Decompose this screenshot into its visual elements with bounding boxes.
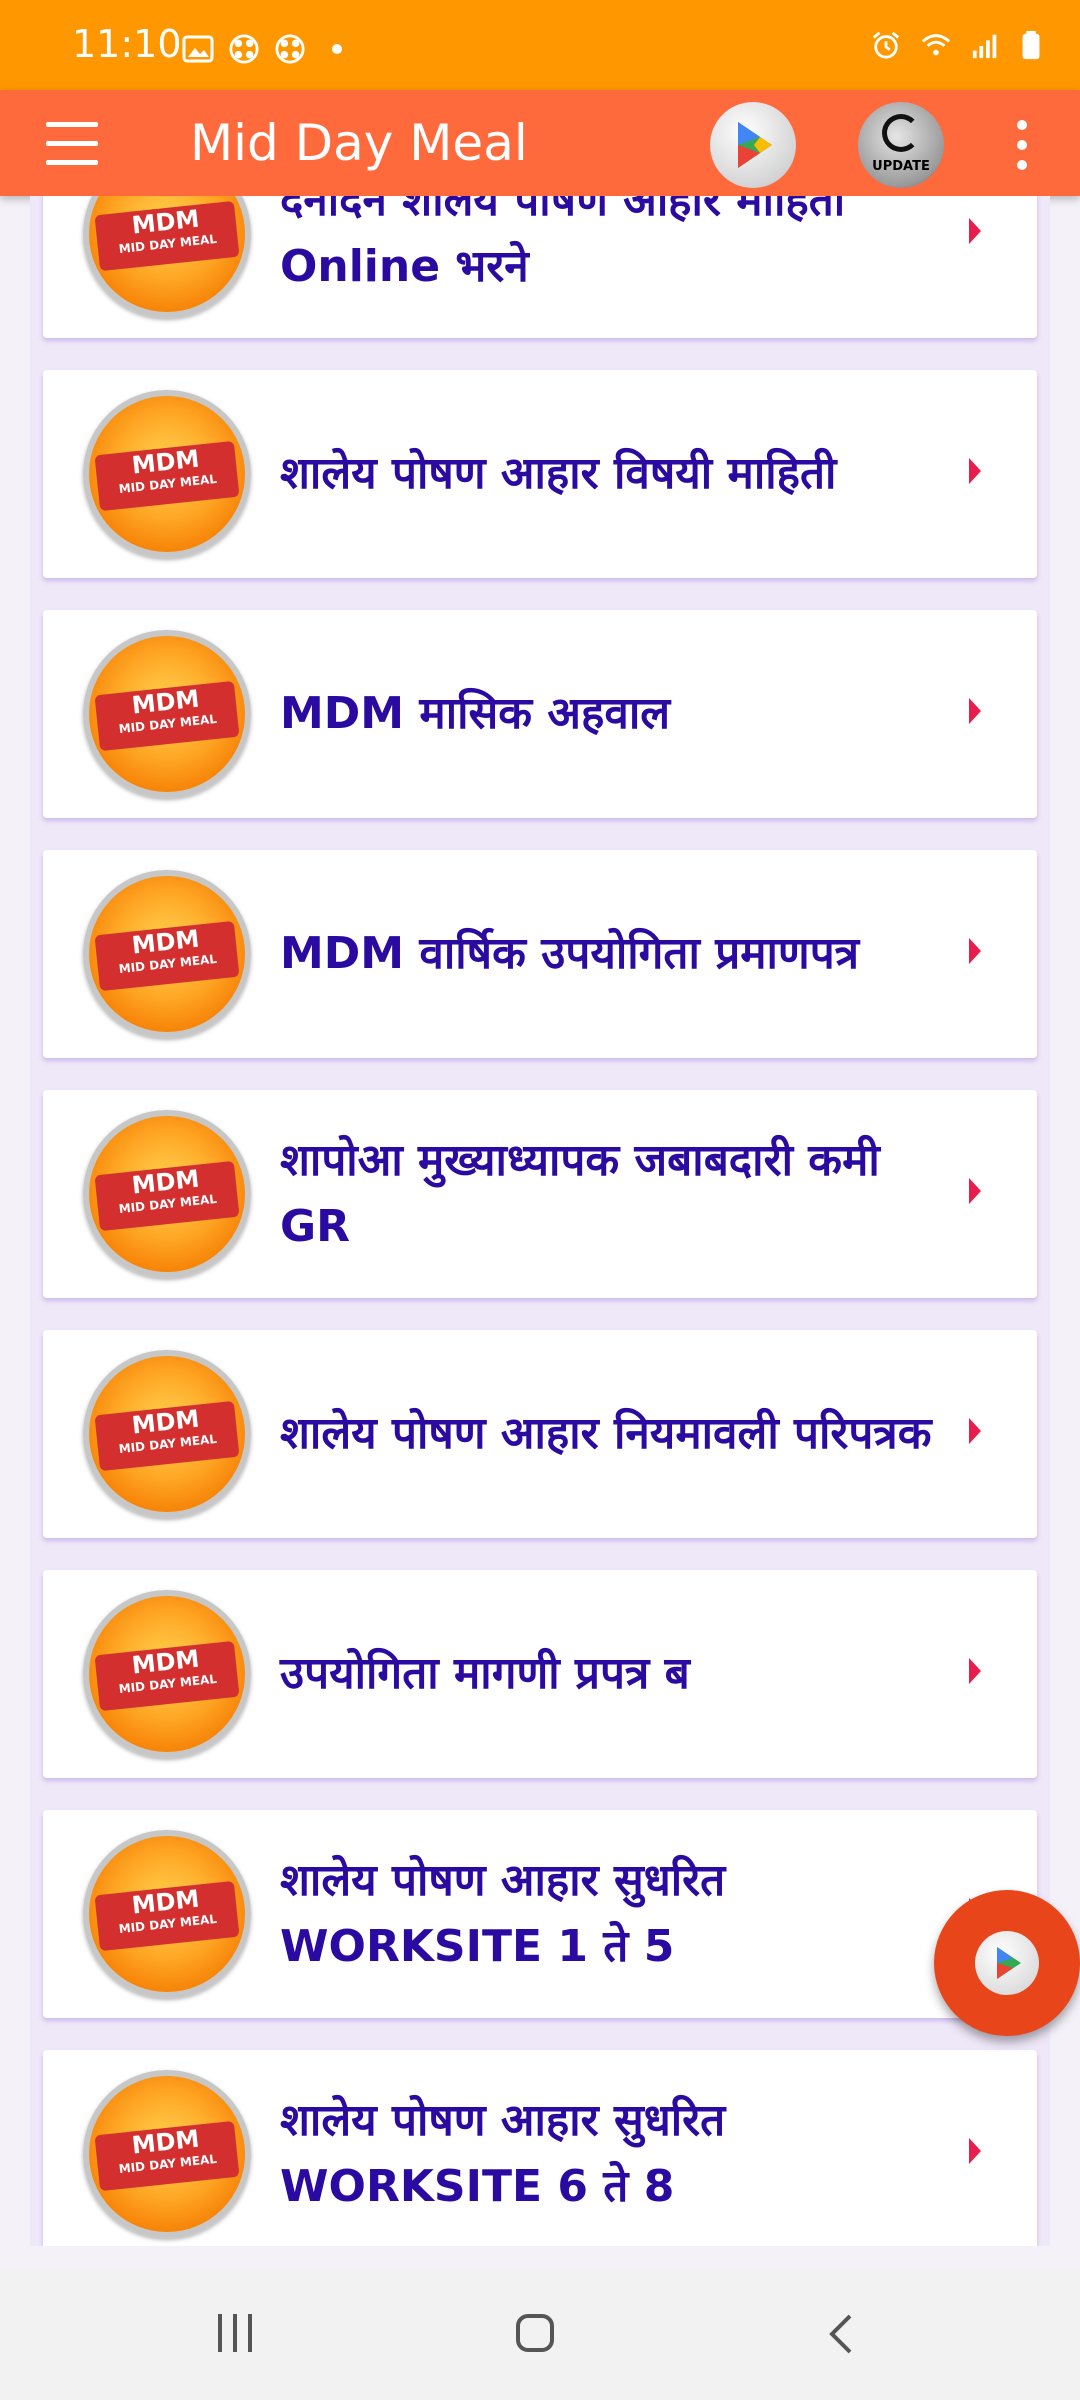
hamburger-menu-icon[interactable] bbox=[46, 122, 100, 166]
update-button[interactable]: UPDATE bbox=[858, 102, 944, 188]
chevron-right-icon bbox=[969, 1178, 981, 1204]
image-icon bbox=[182, 35, 214, 63]
list-item[interactable]: MDM MID DAY MEAL शालेय पोषण आहार नियमावली… bbox=[43, 1330, 1037, 1538]
list-item-label: शालेय पोषण आहार सुधरित WORKSITE 6 ते 8 bbox=[280, 2095, 726, 2212]
list-item-label: शापोआ मुख्याध्यापक जबाबदारी कमी GR bbox=[280, 1135, 880, 1252]
status-left-icons bbox=[182, 34, 342, 64]
list-item[interactable]: MDM MID DAY MEAL MDM वार्षिक उपयोगिता प्र… bbox=[43, 850, 1037, 1058]
chevron-right-icon bbox=[969, 1418, 981, 1444]
mdm-badge-icon: MDM MID DAY MEAL bbox=[83, 630, 251, 798]
system-nav-bar bbox=[0, 2270, 1080, 2400]
list-item[interactable]: MDM MID DAY MEAL दैनंदिन शालेय पोषण आहार … bbox=[43, 196, 1037, 338]
wifi-icon bbox=[921, 34, 951, 56]
google-play-fab[interactable] bbox=[934, 1890, 1080, 2036]
list-item-label: उपयोगिता मागणी प्रपत्र ब bbox=[280, 1648, 690, 1699]
chevron-right-icon bbox=[969, 218, 981, 244]
list-item[interactable]: MDM MID DAY MEAL उपयोगिता मागणी प्रपत्र ब bbox=[43, 1570, 1037, 1778]
list-item[interactable]: MDM MID DAY MEAL शालेय पोषण आहार सुधरित W… bbox=[43, 2050, 1037, 2246]
mdm-badge-icon: MDM MID DAY MEAL bbox=[83, 390, 251, 558]
more-vert-icon[interactable] bbox=[1014, 120, 1030, 170]
google-play-button[interactable] bbox=[710, 102, 796, 188]
list-item-label: MDM वार्षिक उपयोगिता प्रमाणपत्र bbox=[280, 928, 860, 979]
mdm-badge-icon: MDM MID DAY MEAL bbox=[83, 1110, 251, 1278]
list-item-label: दैनंदिन शालेय पोषण आहार माहिती Online भर… bbox=[280, 196, 846, 292]
pinwheel-icon bbox=[229, 34, 259, 64]
recents-icon[interactable] bbox=[216, 2314, 256, 2354]
home-icon[interactable] bbox=[516, 2314, 554, 2352]
mdm-badge-icon: MDM MID DAY MEAL bbox=[83, 870, 251, 1038]
list-item[interactable]: MDM MID DAY MEAL शालेय पोषण आहार विषयी मा… bbox=[43, 370, 1037, 578]
list-item-label: शालेय पोषण आहार सुधरित WORKSITE 1 ते 5 bbox=[280, 1855, 726, 1972]
menu-list[interactable]: MDM MID DAY MEAL दैनंदिन शालेय पोषण आहार … bbox=[30, 196, 1050, 2246]
chevron-right-icon bbox=[969, 2138, 981, 2164]
mdm-badge-icon: MDM MID DAY MEAL bbox=[83, 1830, 251, 1998]
list-item-label: शालेय पोषण आहार विषयी माहिती bbox=[280, 448, 837, 499]
mdm-badge-icon: MDM MID DAY MEAL bbox=[83, 1350, 251, 1518]
alarm-icon bbox=[872, 31, 900, 59]
list-item-label: शालेय पोषण आहार नियमावली परिपत्रक bbox=[280, 1408, 932, 1459]
app-title: Mid Day Meal bbox=[190, 114, 528, 172]
refresh-icon bbox=[882, 114, 920, 152]
app-bar: Mid Day Meal UPDATE bbox=[0, 90, 1080, 196]
chevron-right-icon bbox=[969, 698, 981, 724]
google-play-icon bbox=[738, 122, 772, 168]
status-time: 11:10 bbox=[72, 22, 182, 66]
mdm-badge-icon: MDM MID DAY MEAL bbox=[83, 2070, 251, 2238]
update-label: UPDATE bbox=[872, 159, 930, 174]
chevron-right-icon bbox=[969, 938, 981, 964]
list-item[interactable]: MDM MID DAY MEAL MDM मासिक अहवाल bbox=[43, 610, 1037, 818]
notification-dot bbox=[332, 44, 342, 54]
list-item[interactable]: MDM MID DAY MEAL शापोआ मुख्याध्यापक जबाबद… bbox=[43, 1090, 1037, 1298]
signal-icon bbox=[972, 34, 997, 59]
status-right-icons bbox=[870, 30, 1042, 60]
status-bar: 11:10 bbox=[0, 0, 1080, 90]
mdm-badge-icon: MDM MID DAY MEAL bbox=[83, 1590, 251, 1758]
list-item-label: MDM मासिक अहवाल bbox=[280, 688, 671, 739]
chevron-right-icon bbox=[969, 458, 981, 484]
back-icon[interactable] bbox=[826, 2314, 856, 2354]
battery-icon bbox=[1022, 30, 1040, 60]
list-item[interactable]: MDM MID DAY MEAL शालेय पोषण आहार सुधरित W… bbox=[43, 1810, 1037, 2018]
google-play-icon bbox=[997, 1947, 1021, 1979]
pinwheel-icon bbox=[275, 34, 305, 64]
chevron-right-icon bbox=[969, 1658, 981, 1684]
mdm-badge-icon: MDM MID DAY MEAL bbox=[83, 196, 251, 318]
